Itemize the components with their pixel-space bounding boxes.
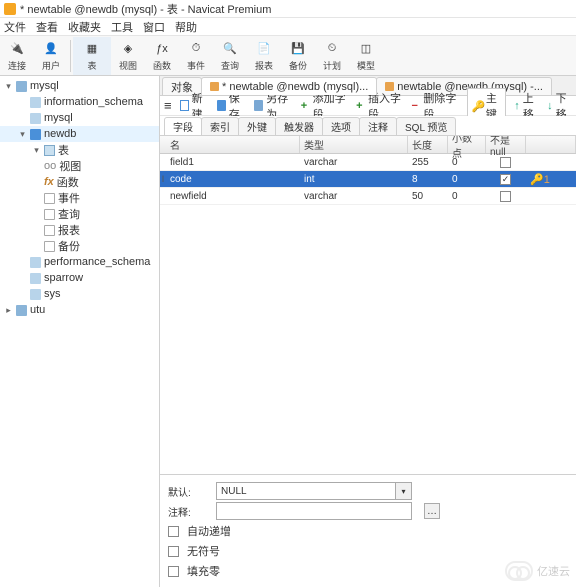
action-bar: ≡ 新建 保存 另存为 +添加字段 +插入字段 −删除字段 🔑主键 ↑上移 ↓下… <box>160 96 576 116</box>
plug-icon: 🔌 <box>7 40 27 58</box>
menu-view[interactable]: 查看 <box>36 19 58 35</box>
toolbar-view[interactable]: ◈视图 <box>111 37 145 75</box>
tree-mysql[interactable]: mysql <box>0 110 159 126</box>
schedule-icon: ⏲ <box>322 40 342 58</box>
subtab-SQL 预览[interactable]: SQL 预览 <box>396 117 456 135</box>
subtab-字段[interactable]: 字段 <box>164 117 202 135</box>
report-icon: 📄 <box>254 40 274 58</box>
toolbar-backup[interactable]: 💾备份 <box>281 37 315 75</box>
menu-window[interactable]: 窗口 <box>143 19 165 35</box>
connection-tree: ▾mysqlinformation_schemamysql▾newdb▾表oo视… <box>0 76 160 587</box>
tree-函数[interactable]: fx函数 <box>0 174 159 190</box>
window-title: * newtable @newdb (mysql) - 表 - Navicat … <box>20 1 271 17</box>
view-icon: ◈ <box>118 40 138 58</box>
auto-increment-checkbox[interactable] <box>168 526 179 537</box>
tree-查询[interactable]: 查询 <box>0 206 159 222</box>
field-row[interactable]: field1varchar2550 <box>160 154 576 171</box>
tree-sys[interactable]: sys <box>0 286 159 302</box>
designer-tabs: 字段索引外键触发器选项注释SQL 预览 <box>160 116 576 136</box>
col-name[interactable]: 名 <box>166 136 300 153</box>
tree-事件[interactable]: 事件 <box>0 190 159 206</box>
subtab-外键[interactable]: 外键 <box>238 117 276 135</box>
default-input[interactable] <box>216 482 396 500</box>
tree-performance_schema[interactable]: performance_schema <box>0 254 159 270</box>
notnull-checkbox[interactable] <box>500 174 511 185</box>
table-icon <box>210 82 219 91</box>
default-dropdown-icon[interactable]: ▾ <box>396 482 412 500</box>
field-row[interactable]: Icodeint80🔑1 <box>160 171 576 188</box>
tree-utu[interactable]: ▸utu <box>0 302 159 318</box>
subtab-注释[interactable]: 注释 <box>359 117 397 135</box>
backup-icon: 💾 <box>288 40 308 58</box>
menu-file[interactable]: 文件 <box>4 19 26 35</box>
subtab-选项[interactable]: 选项 <box>322 117 360 135</box>
menu-favorites[interactable]: 收藏夹 <box>68 19 101 35</box>
tree-报表[interactable]: 报表 <box>0 222 159 238</box>
subtab-触发器[interactable]: 触发器 <box>275 117 323 135</box>
comment-label: 注释: <box>168 504 208 519</box>
grid-header: 名 类型 长度 小数点 不是 null <box>160 136 576 154</box>
watermark: 亿速云 <box>505 561 570 581</box>
query-icon: 🔍 <box>220 40 240 58</box>
event-icon: ⏱ <box>186 40 206 58</box>
main-panel: 对象* newtable @newdb (mysql)...newtable @… <box>160 76 576 587</box>
menu-bar: 文件 查看 收藏夹 工具 窗口 帮助 <box>0 18 576 36</box>
notnull-checkbox[interactable] <box>500 191 511 202</box>
model-icon: ◫ <box>356 40 376 58</box>
comment-input[interactable] <box>216 502 412 520</box>
fields-grid: 名 类型 长度 小数点 不是 null field1varchar2550Ico… <box>160 136 576 474</box>
toolbar-event[interactable]: ⏱事件 <box>179 37 213 75</box>
notnull-checkbox[interactable] <box>500 157 511 168</box>
subtab-索引[interactable]: 索引 <box>201 117 239 135</box>
comment-more-button[interactable]: … <box>424 503 440 519</box>
tree-sparrow[interactable]: sparrow <box>0 270 159 286</box>
hamburger-icon[interactable]: ≡ <box>164 98 172 113</box>
tree-视图[interactable]: oo视图 <box>0 158 159 174</box>
table-icon: ▦ <box>82 40 102 58</box>
toolbar-user[interactable]: 👤用户 <box>34 37 68 75</box>
tree-newdb[interactable]: ▾newdb <box>0 126 159 142</box>
field-row[interactable]: newfieldvarchar500 <box>160 188 576 205</box>
menu-tools[interactable]: 工具 <box>111 19 133 35</box>
watermark-icon <box>505 561 533 581</box>
menu-help[interactable]: 帮助 <box>175 19 197 35</box>
tree-备份[interactable]: 备份 <box>0 238 159 254</box>
col-length[interactable]: 长度 <box>408 136 448 153</box>
user-icon: 👤 <box>41 40 61 58</box>
unsigned-checkbox[interactable] <box>168 546 179 557</box>
tab-1[interactable]: * newtable @newdb (mysql)... <box>201 77 377 95</box>
toolbar-plug[interactable]: 🔌连接 <box>0 37 34 75</box>
tree-information_schema[interactable]: information_schema <box>0 94 159 110</box>
zerofill-checkbox[interactable] <box>168 566 179 577</box>
toolbar-schedule[interactable]: ⏲计划 <box>315 37 349 75</box>
key-icon: 🔑1 <box>530 173 550 186</box>
tree-mysql[interactable]: ▾mysql <box>0 78 159 94</box>
main-toolbar: 🔌连接👤用户▦表◈视图ƒx函数⏱事件🔍查询📄报表💾备份⏲计划◫模型 <box>0 36 576 76</box>
toolbar-model[interactable]: ◫模型 <box>349 37 383 75</box>
toolbar-fn[interactable]: ƒx函数 <box>145 37 179 75</box>
fn-icon: ƒx <box>152 40 172 58</box>
toolbar-report[interactable]: 📄报表 <box>247 37 281 75</box>
col-type[interactable]: 类型 <box>300 136 408 153</box>
title-bar: * newtable @newdb (mysql) - 表 - Navicat … <box>0 0 576 18</box>
col-notnull[interactable]: 不是 null <box>486 136 526 153</box>
col-decimals[interactable]: 小数点 <box>448 136 486 153</box>
app-icon <box>4 3 16 15</box>
default-label: 默认: <box>168 484 208 499</box>
toolbar-query[interactable]: 🔍查询 <box>213 37 247 75</box>
tree-表[interactable]: ▾表 <box>0 142 159 158</box>
toolbar-table[interactable]: ▦表 <box>73 37 111 75</box>
